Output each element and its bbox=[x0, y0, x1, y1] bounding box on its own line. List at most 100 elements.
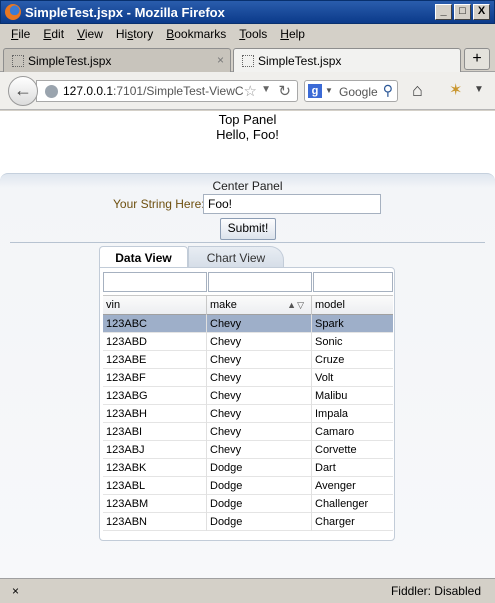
home-icon[interactable]: ⌂ bbox=[412, 80, 423, 101]
url-path: :7101/SimpleTest-ViewCo bbox=[113, 84, 251, 98]
string-input[interactable] bbox=[203, 194, 381, 214]
globe-icon bbox=[45, 85, 58, 98]
maximize-button[interactable]: □ bbox=[454, 4, 471, 20]
center-panel-title: Center Panel bbox=[212, 179, 283, 193]
table-cell-make: Dodge bbox=[207, 477, 312, 495]
table-cell-vin: 123ABI bbox=[103, 423, 207, 441]
table-cell-model: Camaro bbox=[315, 426, 355, 438]
tab-chart-view[interactable]: Chart View bbox=[188, 246, 284, 267]
menu-item[interactable]: Edit bbox=[38, 24, 72, 44]
table-body: 123ABC Chevy Spark 123ABD Chevy Sonic 123ABE Ch… bbox=[103, 315, 393, 540]
table-cell-vin: 123ABG bbox=[103, 387, 207, 405]
menu-item[interactable]: File bbox=[6, 24, 38, 44]
menu-item[interactable]: Bookmarks bbox=[161, 24, 234, 44]
url-history-dropdown-icon[interactable]: ▼ bbox=[261, 84, 271, 95]
navigation-toolbar: 127.0.0.1:7101/SimpleTest-ViewCo ☆ ▼ ↻ ←… bbox=[0, 72, 495, 110]
table-cell-make: Dodge bbox=[207, 495, 312, 513]
table-cell-vin: 123ABF bbox=[103, 369, 207, 387]
table-cell-make: Chevy bbox=[207, 423, 312, 441]
google-engine-icon[interactable]: g bbox=[308, 84, 322, 98]
status-text: Fiddler: Disabled bbox=[390, 584, 481, 598]
filter-row bbox=[103, 272, 395, 296]
sort-icon[interactable]: ▲▽ bbox=[287, 300, 305, 311]
close-status-icon[interactable]: × bbox=[12, 584, 19, 598]
model-filter-input[interactable] bbox=[313, 272, 393, 292]
table-row[interactable]: 123ABG Chevy Malibu bbox=[103, 387, 393, 405]
table-cell-vin: 123ABM bbox=[103, 495, 207, 513]
table-row[interactable]: 123ABL Dodge Avenger bbox=[103, 477, 393, 495]
table-row[interactable]: 123ABM Dodge Challenger bbox=[103, 495, 393, 513]
table-row[interactable]: 123ABI Chevy Camaro bbox=[103, 423, 393, 441]
table-cell-model: Cruze bbox=[315, 354, 345, 366]
menu-item[interactable]: Tools bbox=[234, 24, 275, 44]
menu-item[interactable]: History bbox=[111, 24, 161, 44]
table-cell-model: Volt bbox=[315, 372, 334, 384]
search-bar[interactable]: g ▼ Google ⚲ bbox=[304, 80, 398, 102]
url-host: 127.0.0.1 bbox=[63, 84, 114, 98]
minimize-button[interactable]: _ bbox=[435, 4, 452, 20]
table-cell-make: Chevy bbox=[207, 315, 312, 333]
table-header: vin make ▲▽ model bbox=[103, 295, 393, 315]
firefox-logo-icon bbox=[5, 4, 21, 20]
table-cell-vin: 123ABK bbox=[103, 459, 207, 477]
table-row[interactable]: 123ABF Chevy Volt bbox=[103, 369, 393, 387]
table-row[interactable]: 123ABH Chevy Impala bbox=[103, 405, 393, 423]
new-tab-button[interactable]: + bbox=[464, 48, 490, 70]
menu-item[interactable]: View bbox=[72, 24, 111, 44]
reload-icon[interactable]: ↻ bbox=[278, 82, 291, 100]
vin-filter-input[interactable] bbox=[103, 272, 207, 292]
close-window-button[interactable]: X bbox=[473, 4, 490, 20]
close-tab-icon[interactable]: × bbox=[217, 53, 224, 67]
table-cell-vin: 123ABD bbox=[103, 333, 207, 351]
table-cell-vin: 123ABC bbox=[103, 315, 207, 333]
column-header-make[interactable]: make ▲▽ bbox=[207, 296, 312, 315]
table-cell-make: Dodge bbox=[207, 513, 312, 531]
tab-label: SimpleTest.jspx bbox=[258, 54, 342, 68]
string-field-label: Your String Here: bbox=[113, 197, 205, 211]
table-cell-vin: 123ABL bbox=[103, 477, 207, 495]
menu-item[interactable]: Help bbox=[275, 24, 313, 44]
table-row[interactable]: 123ABD Chevy Sonic bbox=[103, 333, 393, 351]
column-header-make-label: make bbox=[210, 299, 237, 311]
browser-tab-2[interactable]: SimpleTest.jspx bbox=[233, 48, 461, 73]
window-title: SimpleTest.jspx - Mozilla Firefox bbox=[25, 5, 225, 20]
table-cell-make: Dodge bbox=[207, 459, 312, 477]
table-cell-make: Chevy bbox=[207, 441, 312, 459]
submit-button[interactable]: Submit! bbox=[220, 218, 276, 240]
page-content: Top Panel Hello, Foo! Center Panel Your … bbox=[0, 111, 495, 578]
table-row[interactable]: 123ABE Chevy Cruze bbox=[103, 351, 393, 369]
fiddler-icon[interactable]: ✶ bbox=[449, 80, 462, 100]
window-titlebar[interactable]: SimpleTest.jspx - Mozilla Firefox _ □ X bbox=[0, 0, 495, 24]
table-cell-model: Corvette bbox=[315, 444, 357, 456]
menu-bar: File Edit View History Bookmarks Tools Help bbox=[0, 24, 495, 44]
browser-tab-1[interactable]: SimpleTest.jspx × bbox=[3, 48, 231, 72]
table-row[interactable]: 123ABC Chevy Spark bbox=[103, 315, 393, 333]
table-cell-model: Malibu bbox=[315, 390, 348, 402]
table-cell-make: Chevy bbox=[207, 387, 312, 405]
engine-dropdown-icon[interactable]: ▼ bbox=[325, 86, 333, 95]
url-bar[interactable]: 127.0.0.1:7101/SimpleTest-ViewCo ☆ ▼ ↻ bbox=[36, 80, 298, 102]
status-bar: × Fiddler: Disabled bbox=[0, 578, 495, 603]
table-row[interactable]: 123ABN Dodge Charger bbox=[103, 513, 393, 531]
tab-label: SimpleTest.jspx bbox=[28, 54, 112, 68]
column-header-vin[interactable]: vin bbox=[103, 296, 207, 315]
tab-strip: SimpleTest.jspx × SimpleTest.jspx + bbox=[0, 44, 495, 73]
table-cell-model: Impala bbox=[315, 408, 349, 420]
table-row[interactable]: 123ABJ Chevy Corvette bbox=[103, 441, 393, 459]
bookmark-star-icon[interactable]: ☆ bbox=[243, 82, 257, 100]
top-panel: Top Panel Hello, Foo! bbox=[0, 111, 495, 173]
table-row[interactable]: 123ABK Dodge Dart bbox=[103, 459, 393, 477]
top-panel-title: Top Panel bbox=[218, 112, 277, 127]
table-cell-vin: 123ABN bbox=[103, 513, 207, 531]
search-placeholder: Google bbox=[339, 85, 378, 99]
column-header-model[interactable]: model bbox=[312, 296, 393, 315]
table-cell-make: Chevy bbox=[207, 405, 312, 423]
table-cell-model: Dart bbox=[315, 462, 336, 474]
toolbar-overflow-icon[interactable]: ▼ bbox=[474, 84, 484, 95]
tab-data-view[interactable]: Data View bbox=[99, 246, 188, 267]
back-arrow-icon: ← bbox=[14, 80, 32, 100]
make-filter-input[interactable] bbox=[208, 272, 312, 292]
back-button[interactable]: ← bbox=[8, 76, 38, 106]
table-cell-model: Sonic bbox=[315, 336, 343, 348]
search-icon[interactable]: ⚲ bbox=[383, 82, 393, 99]
